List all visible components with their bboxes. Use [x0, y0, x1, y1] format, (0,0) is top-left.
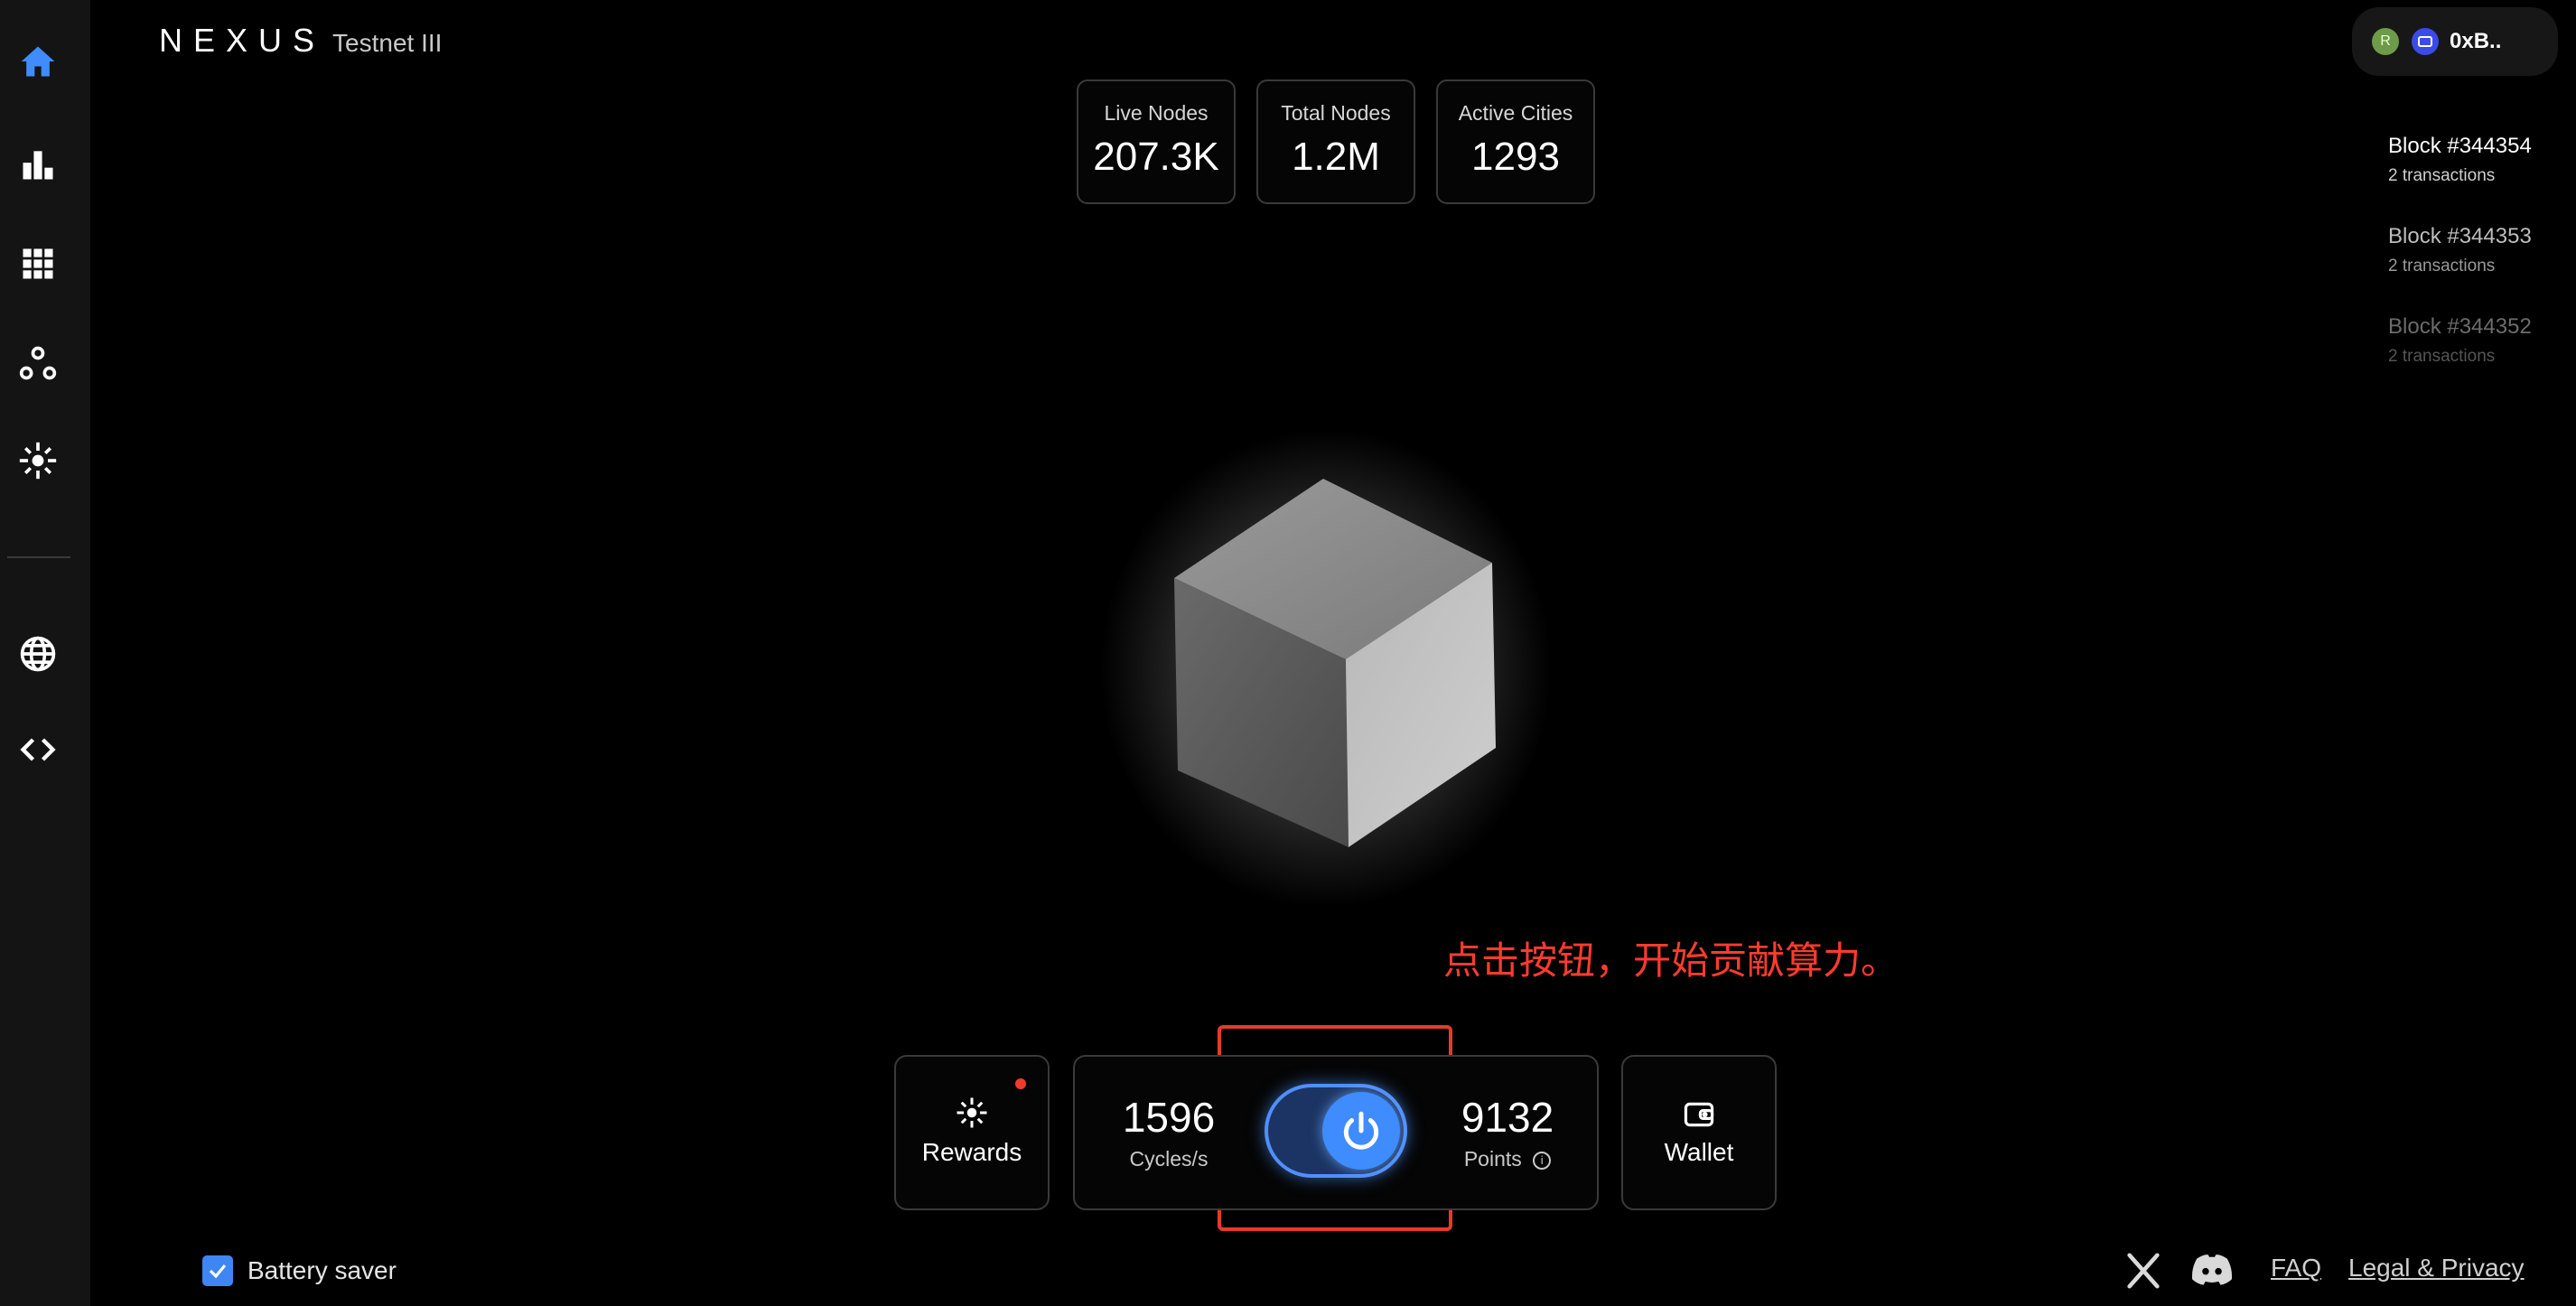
rewards-button[interactable]: Rewards	[894, 1055, 1050, 1210]
globe-icon[interactable]	[18, 634, 58, 674]
sidebar-divider	[7, 556, 70, 558]
node-power-toggle[interactable]	[1265, 1084, 1407, 1178]
legal-privacy-link[interactable]: Legal & Privacy	[2348, 1254, 2525, 1283]
stat-value: 207.3K	[1093, 135, 1219, 179]
rewards-label: Rewards	[921, 1138, 1022, 1166]
stat-card-live-nodes: Live Nodes 207.3K	[1077, 79, 1236, 204]
battery-saver: Battery saver	[202, 1255, 397, 1286]
wallet-label: Wallet	[1664, 1138, 1734, 1166]
wallet-icon	[1684, 1102, 1714, 1127]
points-unit: Points	[1463, 1147, 1522, 1171]
block-title: Block #344352	[2388, 314, 2532, 339]
home-icon[interactable]	[18, 42, 58, 81]
code-icon[interactable]	[18, 730, 58, 770]
x-twitter-icon[interactable]	[2123, 1250, 2166, 1293]
stat-card-active-cities: Active Cities 1293	[1436, 79, 1595, 204]
glowing-cube-graphic	[1084, 406, 1554, 912]
wallet-badge-icon	[2412, 28, 2439, 55]
brand: NEXUS Testnet III	[159, 22, 442, 60]
stat-card-total-nodes: Total Nodes 1.2M	[1256, 79, 1415, 204]
check-icon	[209, 1264, 227, 1279]
block-title: Block #344354	[2388, 134, 2532, 158]
power-icon	[1322, 1092, 1400, 1170]
notification-dot	[1015, 1078, 1026, 1089]
battery-saver-label: Battery saver	[247, 1256, 397, 1284]
points-metric: 9132 Points i	[1440, 1093, 1575, 1171]
block-title: Block #344353	[2388, 224, 2532, 248]
wallet-button[interactable]: Wallet	[1621, 1055, 1777, 1210]
sparkle-icon	[957, 1097, 987, 1128]
battery-saver-checkbox[interactable]	[202, 1255, 233, 1286]
network-nodes-icon[interactable]	[18, 343, 58, 383]
stat-label: Active Cities	[1458, 101, 1573, 125]
stat-label: Total Nodes	[1281, 101, 1391, 125]
instruction-annotation: 点击按钮，开始贡献算力。	[1443, 938, 1899, 983]
account-pill[interactable]: R 0xB..	[2352, 7, 2558, 76]
apps-grid-icon[interactable]	[18, 244, 58, 284]
nexus-logo: NEXUS	[159, 22, 326, 59]
block-item[interactable]: Block #344354 2 transactions	[2388, 134, 2532, 186]
stat-label: Live Nodes	[1104, 101, 1209, 125]
sparkle-icon[interactable]	[18, 441, 58, 480]
info-icon[interactable]: i	[1533, 1151, 1552, 1170]
block-item[interactable]: Block #344353 2 transactions	[2388, 224, 2532, 276]
stat-value: 1.2M	[1292, 135, 1380, 179]
wallet-address: 0xB..	[2450, 29, 2502, 53]
bar-chart-icon[interactable]	[18, 145, 58, 184]
block-subtitle: 2 transactions	[2388, 166, 2496, 185]
avatar: R	[2372, 28, 2399, 55]
points-unit-row: Points i	[1440, 1147, 1575, 1171]
block-subtitle: 2 transactions	[2388, 347, 2496, 366]
cycles-value: 1596	[1122, 1094, 1216, 1141]
cycles-metric: 1596 Cycles/s	[1101, 1093, 1237, 1171]
block-item[interactable]: Block #344352 2 transactions	[2388, 314, 2532, 367]
points-value: 9132	[1461, 1094, 1554, 1141]
discord-icon[interactable]	[2189, 1250, 2233, 1293]
sidebar	[0, 0, 90, 1306]
faq-link[interactable]: FAQ	[2271, 1254, 2321, 1283]
stat-value: 1293	[1471, 135, 1560, 179]
network-label: Testnet III	[332, 29, 443, 57]
block-subtitle: 2 transactions	[2388, 257, 2496, 275]
cycles-unit: Cycles/s	[1129, 1147, 1209, 1171]
